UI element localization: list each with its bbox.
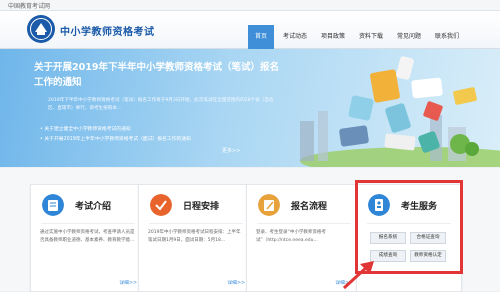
card-description: 2019年中小学教师资格考试日程安排：上半年笔试日期1月9日，面试日期：5月18… — [148, 230, 241, 243]
top-strip: 中国教育考试网 — [0, 0, 500, 11]
hero-banner: 关于开展2019年下半年中小学教师资格考试（笔试）报名工作的通知 2019年下半… — [0, 49, 500, 167]
card-more-link[interactable]: 详细>> — [227, 279, 245, 286]
card-schedule[interactable]: 日程安排 2019年中小学教师资格考试日程安排：上半年笔试日期1月9日，面试日期… — [138, 184, 254, 292]
card-exam-intro[interactable]: 考试介绍 通过实施中小学教师资格考试，考查申请人员是否具备教师职业道德、基本素养… — [30, 184, 146, 292]
card-more-link[interactable]: 详细>> — [119, 279, 137, 286]
hero-link-1[interactable]: • 关于建立健全中小学教师资格考试的通知 — [40, 125, 131, 132]
nav-exam-news[interactable]: 考试动态 — [280, 25, 310, 49]
check-icon — [150, 194, 172, 216]
nav-contact[interactable]: 联系我们 — [432, 25, 462, 49]
card-divider — [149, 223, 243, 224]
book-icon — [42, 194, 64, 216]
card-description: 登录、考生登录“中小学教师资格考试”（http://ntce.neea.edu.… — [256, 230, 326, 243]
card-divider — [257, 223, 351, 224]
logo-icon[interactable] — [26, 14, 56, 44]
nav-home[interactable]: 首页 — [248, 25, 274, 49]
hero-title[interactable]: 关于开展2019年下半年中小学教师资格考试（笔试）报名工作的通知 — [34, 60, 284, 90]
nav-faq[interactable]: 常见问题 — [394, 25, 424, 49]
site-header: 中小学教师资格考试 首页 考试动态 项目政策 资料下载 常见问题 联系我们 — [0, 11, 500, 49]
top-strip-text: 中国教育考试网 — [8, 3, 51, 10]
pencil-icon — [258, 194, 280, 216]
nav-downloads[interactable]: 资料下载 — [356, 25, 386, 49]
card-title: 考试介绍 — [75, 202, 112, 212]
card-title: 报名流程 — [291, 202, 328, 212]
red-arrow-icon — [342, 261, 374, 290]
nav-policy[interactable]: 项目政策 — [318, 25, 348, 49]
site-title[interactable]: 中小学教师资格考试 — [60, 23, 155, 38]
card-description: 通过实施中小学教师资格考试，考查申请人员是否具备教师职业道德、基本素养、教育教学… — [40, 230, 135, 243]
card-title: 日程安排 — [183, 202, 220, 212]
card-divider — [41, 223, 135, 224]
hero-more-link[interactable]: 更多>> — [222, 147, 240, 154]
hero-description: 2019年下半年中小学教师资格考试（笔试）报名工作将于9月3日开始，此次笔试在全… — [48, 98, 274, 111]
hero-link-2[interactable]: • 关于开展2019年上半年中小学教师资格考试（面试）报名工作的通知 — [40, 135, 191, 142]
